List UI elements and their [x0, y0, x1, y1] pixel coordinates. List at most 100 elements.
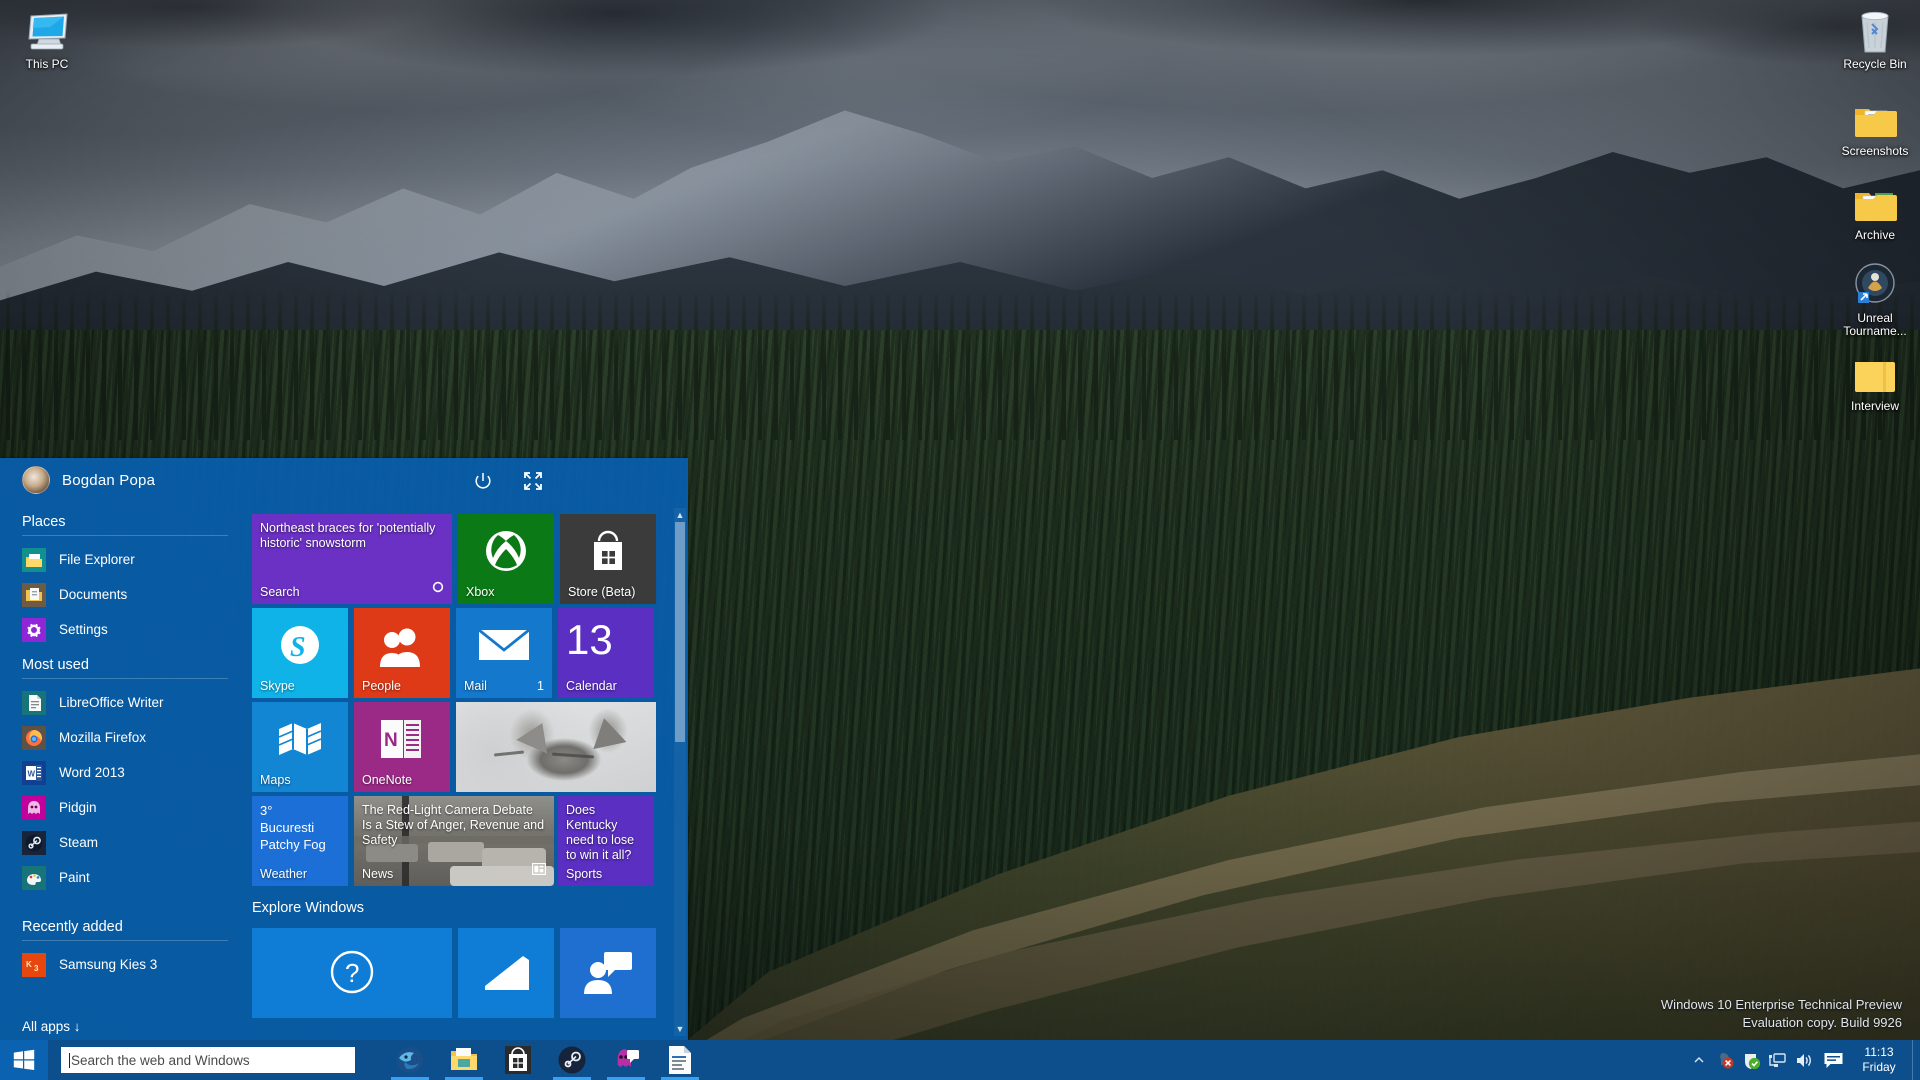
- weather-info: 3° Bucuresti Patchy Fog: [260, 802, 326, 853]
- tile-grid: Northeast braces for 'potentially histor…: [252, 504, 670, 924]
- user-account-button[interactable]: Bogdan Popa: [22, 466, 155, 494]
- show-hidden-icons-button[interactable]: [1686, 1040, 1712, 1080]
- system-tray: 11:13 Friday: [1686, 1040, 1920, 1080]
- action-center-button[interactable]: [1816, 1040, 1850, 1080]
- tile-label: Weather: [260, 867, 307, 881]
- tile-label: Store (Beta): [568, 585, 635, 599]
- start-item-pidgin[interactable]: Pidgin: [22, 790, 228, 825]
- tile-store[interactable]: Store (Beta): [560, 514, 656, 604]
- taskbar-clock[interactable]: 11:13 Friday: [1850, 1045, 1912, 1075]
- desktop-icon-label: This PC: [4, 58, 90, 71]
- tile-people[interactable]: People: [354, 608, 450, 698]
- svg-text:W: W: [28, 769, 36, 778]
- question-icon: ?: [252, 942, 452, 1002]
- taskbar-app-store[interactable]: [491, 1040, 545, 1080]
- tile-search[interactable]: Northeast braces for 'potentially histor…: [252, 514, 452, 604]
- taskbar-app-thunderbird[interactable]: [383, 1040, 437, 1080]
- start-left-column: Places File Explorer: [0, 504, 242, 1042]
- desktop-icon-this-pc[interactable]: This PC: [4, 6, 90, 71]
- paint-icon: [22, 866, 46, 890]
- start-item-file-explorer[interactable]: File Explorer: [22, 542, 228, 577]
- tile-onenote[interactable]: N OneNote: [354, 702, 450, 792]
- start-item-samsung-kies-3[interactable]: K 3 Samsung Kies 3: [22, 947, 228, 982]
- tile-news[interactable]: The Red-Light Camera Debate Is a Stew of…: [354, 796, 554, 886]
- weather-temp: 3°: [260, 802, 326, 819]
- steam-icon: [557, 1045, 587, 1075]
- desktop-icon-screenshots[interactable]: Screenshots: [1832, 93, 1918, 158]
- tile-sports[interactable]: Does Kentucky need to lose to win it all…: [558, 796, 654, 886]
- tile-get-started[interactable]: [458, 928, 554, 1018]
- start-item-mozilla-firefox[interactable]: Mozilla Firefox: [22, 720, 228, 755]
- start-item-steam[interactable]: Steam: [22, 825, 228, 860]
- taskbar-app-steam[interactable]: [545, 1040, 599, 1080]
- tile-help[interactable]: ?: [252, 928, 452, 1018]
- start-button[interactable]: [0, 1040, 48, 1080]
- start-item-label: Mozilla Firefox: [59, 730, 146, 745]
- desktop-icon-label: Recycle Bin: [1832, 58, 1918, 71]
- tray-icon-antivirus[interactable]: [1738, 1040, 1764, 1080]
- tile-feedback[interactable]: [560, 928, 656, 1018]
- start-menu-scrollbar[interactable]: ▲ ▼: [674, 508, 686, 1036]
- taskbar-app-libreoffice-writer[interactable]: [653, 1040, 707, 1080]
- tray-icon-volume[interactable]: [1790, 1040, 1816, 1080]
- tile-label: Xbox: [466, 585, 495, 599]
- clock-time: 11:13: [1850, 1045, 1908, 1060]
- desktop-icon-archive[interactable]: A Archive: [1832, 177, 1918, 242]
- expand-button[interactable]: [518, 466, 548, 496]
- tray-icon-pidgin[interactable]: [1712, 1040, 1738, 1080]
- weather-condition: Patchy Fog: [260, 836, 326, 853]
- tile-label: Skype: [260, 679, 295, 693]
- shield-check-icon: [1742, 1051, 1761, 1070]
- desktop-icon-label: Unreal Tourname...: [1832, 312, 1918, 338]
- tile-calendar[interactable]: 13 Calendar: [558, 608, 654, 698]
- chevron-up-icon: [1693, 1054, 1705, 1066]
- scrollbar-thumb[interactable]: [675, 522, 685, 742]
- taskbar-app-file-explorer[interactable]: [437, 1040, 491, 1080]
- start-menu[interactable]: Bogdan Popa Places: [0, 458, 688, 1042]
- scroll-down-arrow-icon[interactable]: ▼: [674, 1022, 686, 1036]
- all-apps-button[interactable]: All apps ↓: [22, 1019, 81, 1034]
- start-item-settings[interactable]: Settings: [22, 612, 228, 647]
- tile-photos[interactable]: [456, 702, 656, 792]
- news-photo-badge-icon: [532, 862, 546, 880]
- taskbar-app-buttons: [383, 1040, 707, 1080]
- tile-skype[interactable]: S Skype: [252, 608, 348, 698]
- forest-treeline: [0, 290, 1920, 440]
- desktop-icon-interview[interactable]: Interview: [1832, 348, 1918, 413]
- start-item-word-2013[interactable]: W Word 2013: [22, 755, 228, 790]
- start-item-libreoffice-writer[interactable]: LibreOffice Writer: [22, 685, 228, 720]
- word-icon: W: [22, 761, 46, 785]
- power-button[interactable]: [468, 466, 498, 496]
- tile-label: Sports: [566, 867, 602, 881]
- show-desktop-button[interactable]: [1912, 1040, 1920, 1080]
- xbox-icon: [458, 522, 554, 580]
- start-menu-body: Places File Explorer: [0, 504, 688, 1042]
- start-item-documents[interactable]: Documents: [22, 577, 228, 612]
- taskbar[interactable]: Search the web and Windows: [0, 1040, 1920, 1080]
- speaker-icon: [1794, 1051, 1813, 1070]
- user-name: Bogdan Popa: [62, 472, 155, 489]
- start-item-label: Paint: [59, 870, 90, 885]
- notification-icon: [1823, 1051, 1844, 1070]
- tile-xbox[interactable]: Xbox: [458, 514, 554, 604]
- taskbar-app-pidgin[interactable]: [599, 1040, 653, 1080]
- start-item-paint[interactable]: Paint: [22, 860, 228, 895]
- expand-icon: [523, 471, 543, 491]
- tray-icon-network[interactable]: [1764, 1040, 1790, 1080]
- tile-headline: The Red-Light Camera Debate Is a Stew of…: [362, 803, 546, 848]
- desktop-icon-unreal-tournament[interactable]: Unreal Tourname...: [1832, 260, 1918, 338]
- group-title-explore-windows: Explore Windows: [252, 900, 364, 916]
- desktop-icon-recycle-bin[interactable]: Recycle Bin: [1832, 6, 1918, 71]
- tile-weather[interactable]: 3° Bucuresti Patchy Fog Weather: [252, 796, 348, 886]
- svg-text:N: N: [384, 730, 398, 751]
- skype-icon: S: [252, 616, 348, 674]
- people-icon: [354, 616, 450, 674]
- start-item-label: LibreOffice Writer: [59, 695, 164, 710]
- document-icon: [667, 1045, 693, 1075]
- tile-maps[interactable]: Maps: [252, 702, 348, 792]
- tile-mail[interactable]: Mail 1: [456, 608, 552, 698]
- search-input[interactable]: Search the web and Windows: [61, 1047, 355, 1073]
- maps-icon: [252, 710, 348, 768]
- scroll-up-arrow-icon[interactable]: ▲: [674, 508, 686, 522]
- gear-icon: [22, 618, 46, 642]
